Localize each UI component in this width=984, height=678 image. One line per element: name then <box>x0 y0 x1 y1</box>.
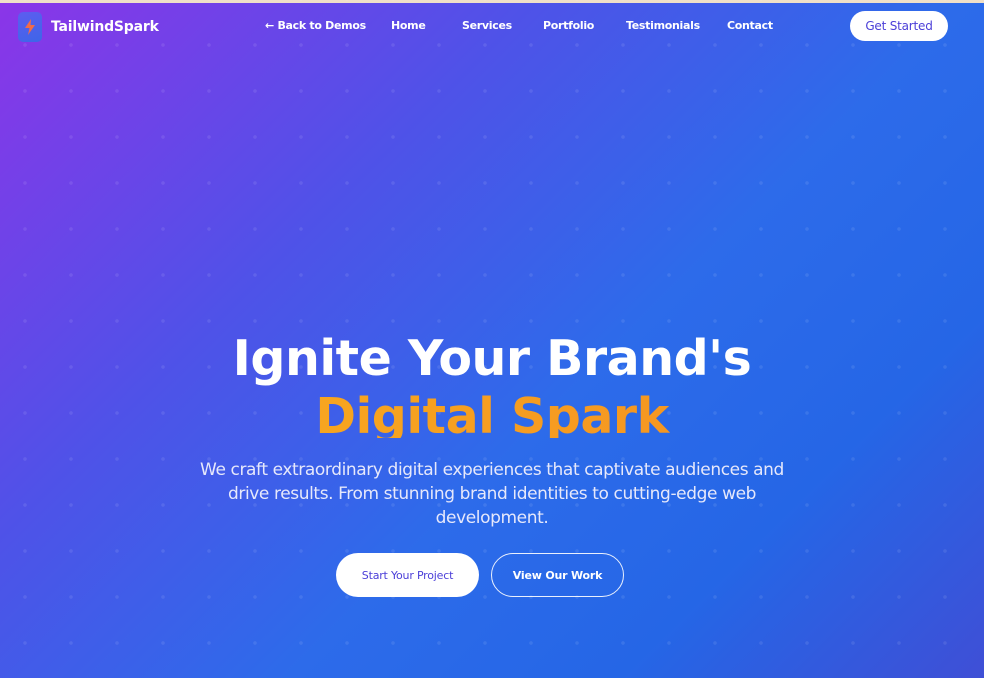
nav-portfolio[interactable]: Portfolio <box>543 19 594 32</box>
hero-title-line2: Digital Spark <box>0 388 984 438</box>
nav-services[interactable]: Services <box>462 19 512 32</box>
hero-subtitle: We craft extraordinary digital experienc… <box>200 460 784 528</box>
nav-testimonials[interactable]: Testimonials <box>626 19 700 32</box>
hero-heading: Ignite Your Brand's Digital Spark <box>0 330 984 438</box>
hero-title-line1: Ignite Your Brand's <box>232 330 752 387</box>
nav-back-to-demos[interactable]: ← Back to Demos <box>265 19 366 32</box>
nav-links: ← Back to Demos Home Services Portfolio … <box>0 19 984 35</box>
get-started-button[interactable]: Get Started <box>850 11 948 41</box>
navbar: TailwindSpark ← Back to Demos Home Servi… <box>0 0 984 52</box>
start-your-project-button[interactable]: Start Your Project <box>336 553 479 597</box>
nav-contact[interactable]: Contact <box>727 19 773 32</box>
view-our-work-button[interactable]: View Our Work <box>491 553 624 597</box>
nav-home[interactable]: Home <box>391 19 426 32</box>
